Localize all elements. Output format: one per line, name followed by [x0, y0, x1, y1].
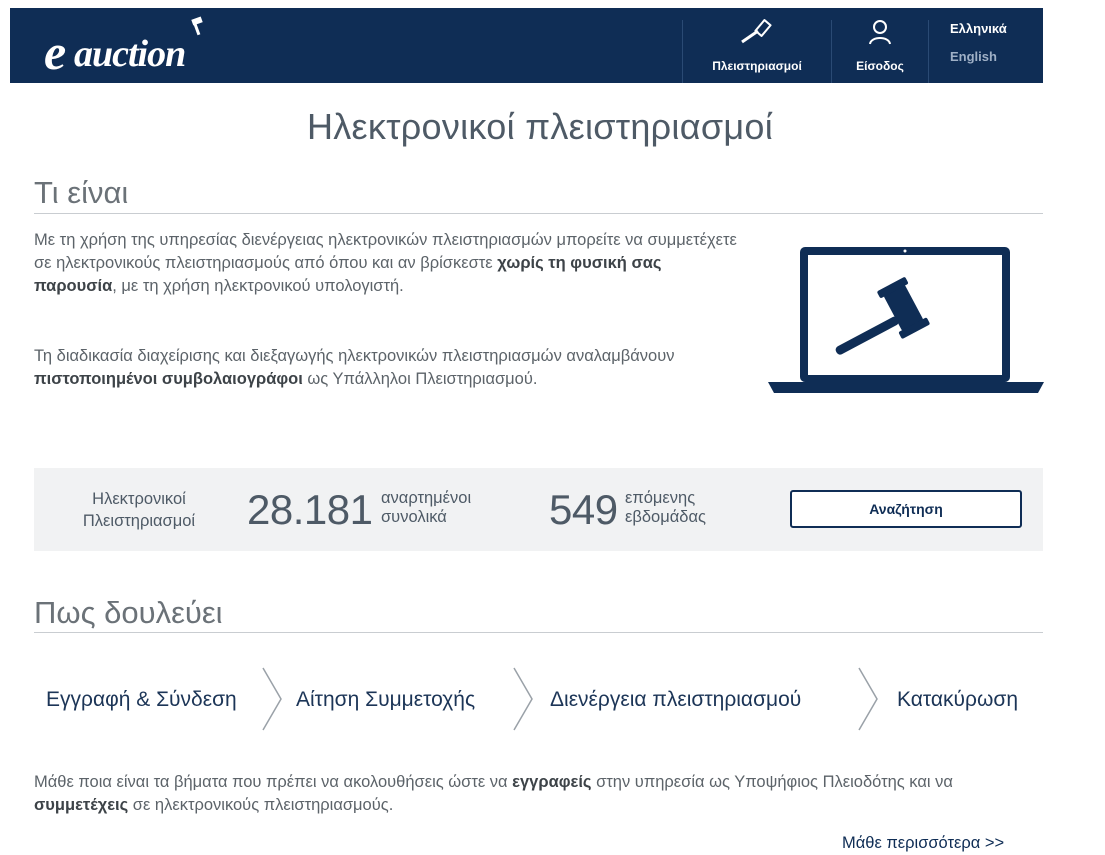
chevron-right-icon: [858, 667, 878, 731]
step-adjudication[interactable]: Κατακύρωση: [897, 688, 1018, 712]
user-icon: [869, 20, 891, 45]
intro-paragraph: Με τη χρήση της υπηρεσίας διενέργειας ηλ…: [34, 229, 744, 298]
top-navbar: e auction Πλειστηριασμοί Είσοδος Ελληνικ…: [10, 8, 1043, 83]
stats-label-line1: Ηλεκτρονικοί: [92, 490, 186, 508]
logo-e: e: [44, 24, 66, 80]
section-heading-what-is: Τι είναι: [34, 175, 129, 210]
section-heading-how-it-works: Πως δουλεύει: [34, 595, 223, 630]
stats-label-line2: Πλειστηριασμοί: [82, 512, 196, 530]
nav-divider: [928, 20, 929, 83]
stats-bar: Ηλεκτρονικοί Πλειστηριασμοί 28.181 αναρτ…: [34, 468, 1043, 551]
section-divider: [34, 632, 1043, 633]
learn-text-register: εγγραφείς: [512, 773, 592, 791]
gavel-icon: [741, 19, 772, 44]
nav-auctions-label: Πλειστηριασμοί: [712, 59, 802, 73]
notaries-text-c: ως Υπάλληλοι Πλειστηριασμού.: [302, 370, 538, 388]
nav-login[interactable]: Είσοδος: [832, 8, 928, 83]
notaries-text-a: Τη διαδικασία διαχείρισης και διεξαγωγής…: [34, 347, 675, 365]
learn-text-e: σε ηλεκτρονικούς πλειστηριασμούς.: [128, 796, 394, 814]
notaries-text-bold: πιστοποιημένοι συμβολαιογράφοι: [34, 370, 303, 388]
learn-text-participate: συμμετέχεις: [34, 796, 129, 814]
nav-login-label: Είσοδος: [856, 59, 904, 73]
total-auctions-caption: αναρτημένοι συνολικά: [381, 489, 471, 527]
learn-text-c: στην υπηρεσία ως Υποψήφιος Πλειοδότης κα…: [591, 773, 953, 791]
intro-text-c: , με τη χρήση ηλεκτρονικού υπολογιστή.: [112, 277, 404, 295]
logo-auction: auction: [74, 33, 186, 75]
next-week-caption: επόμενης εβδομάδας: [625, 489, 706, 527]
chevron-right-icon: [262, 667, 282, 731]
total-caption-line1: αναρτημένοι: [381, 489, 472, 507]
section-divider: [34, 213, 1043, 214]
learn-more-link[interactable]: Μάθε περισσότερα >>: [842, 834, 1004, 853]
stats-label: Ηλεκτρονικοί Πλειστηριασμοί: [64, 488, 214, 532]
next-caption-line2: εβδομάδας: [625, 508, 706, 526]
step-auction-conduct[interactable]: Διενέργεια πλειστηριασμού: [550, 688, 801, 712]
nav-auctions[interactable]: Πλειστηριασμοί: [683, 8, 831, 83]
lang-english[interactable]: English: [950, 49, 997, 64]
laptop-gavel-icon: [768, 247, 1044, 393]
lang-greek[interactable]: Ελληνικά: [950, 21, 1007, 36]
chevron-right-icon: [513, 667, 533, 731]
learn-text-a: Μάθε ποια είναι τα βήματα που πρέπει να …: [34, 773, 513, 791]
total-auctions-count: 28.181: [247, 486, 373, 533]
step-registration[interactable]: Εγγραφή & Σύνδεση: [46, 688, 237, 712]
total-caption-line2: συνολικά: [381, 508, 447, 526]
next-week-count: 549: [549, 486, 618, 533]
learn-steps-text: Μάθε ποια είναι τα βήματα που πρέπει να …: [34, 771, 1034, 817]
next-caption-line1: επόμενης: [625, 489, 696, 507]
gavel-icon: [191, 16, 203, 36]
step-application[interactable]: Αίτηση Συμμετοχής: [296, 688, 475, 712]
search-button[interactable]: Αναζήτηση: [790, 490, 1022, 528]
page-title: Ηλεκτρονικοί πλειστηριασμοί: [306, 106, 774, 147]
notaries-paragraph: Τη διαδικασία διαχείρισης και διεξαγωγής…: [34, 345, 744, 391]
